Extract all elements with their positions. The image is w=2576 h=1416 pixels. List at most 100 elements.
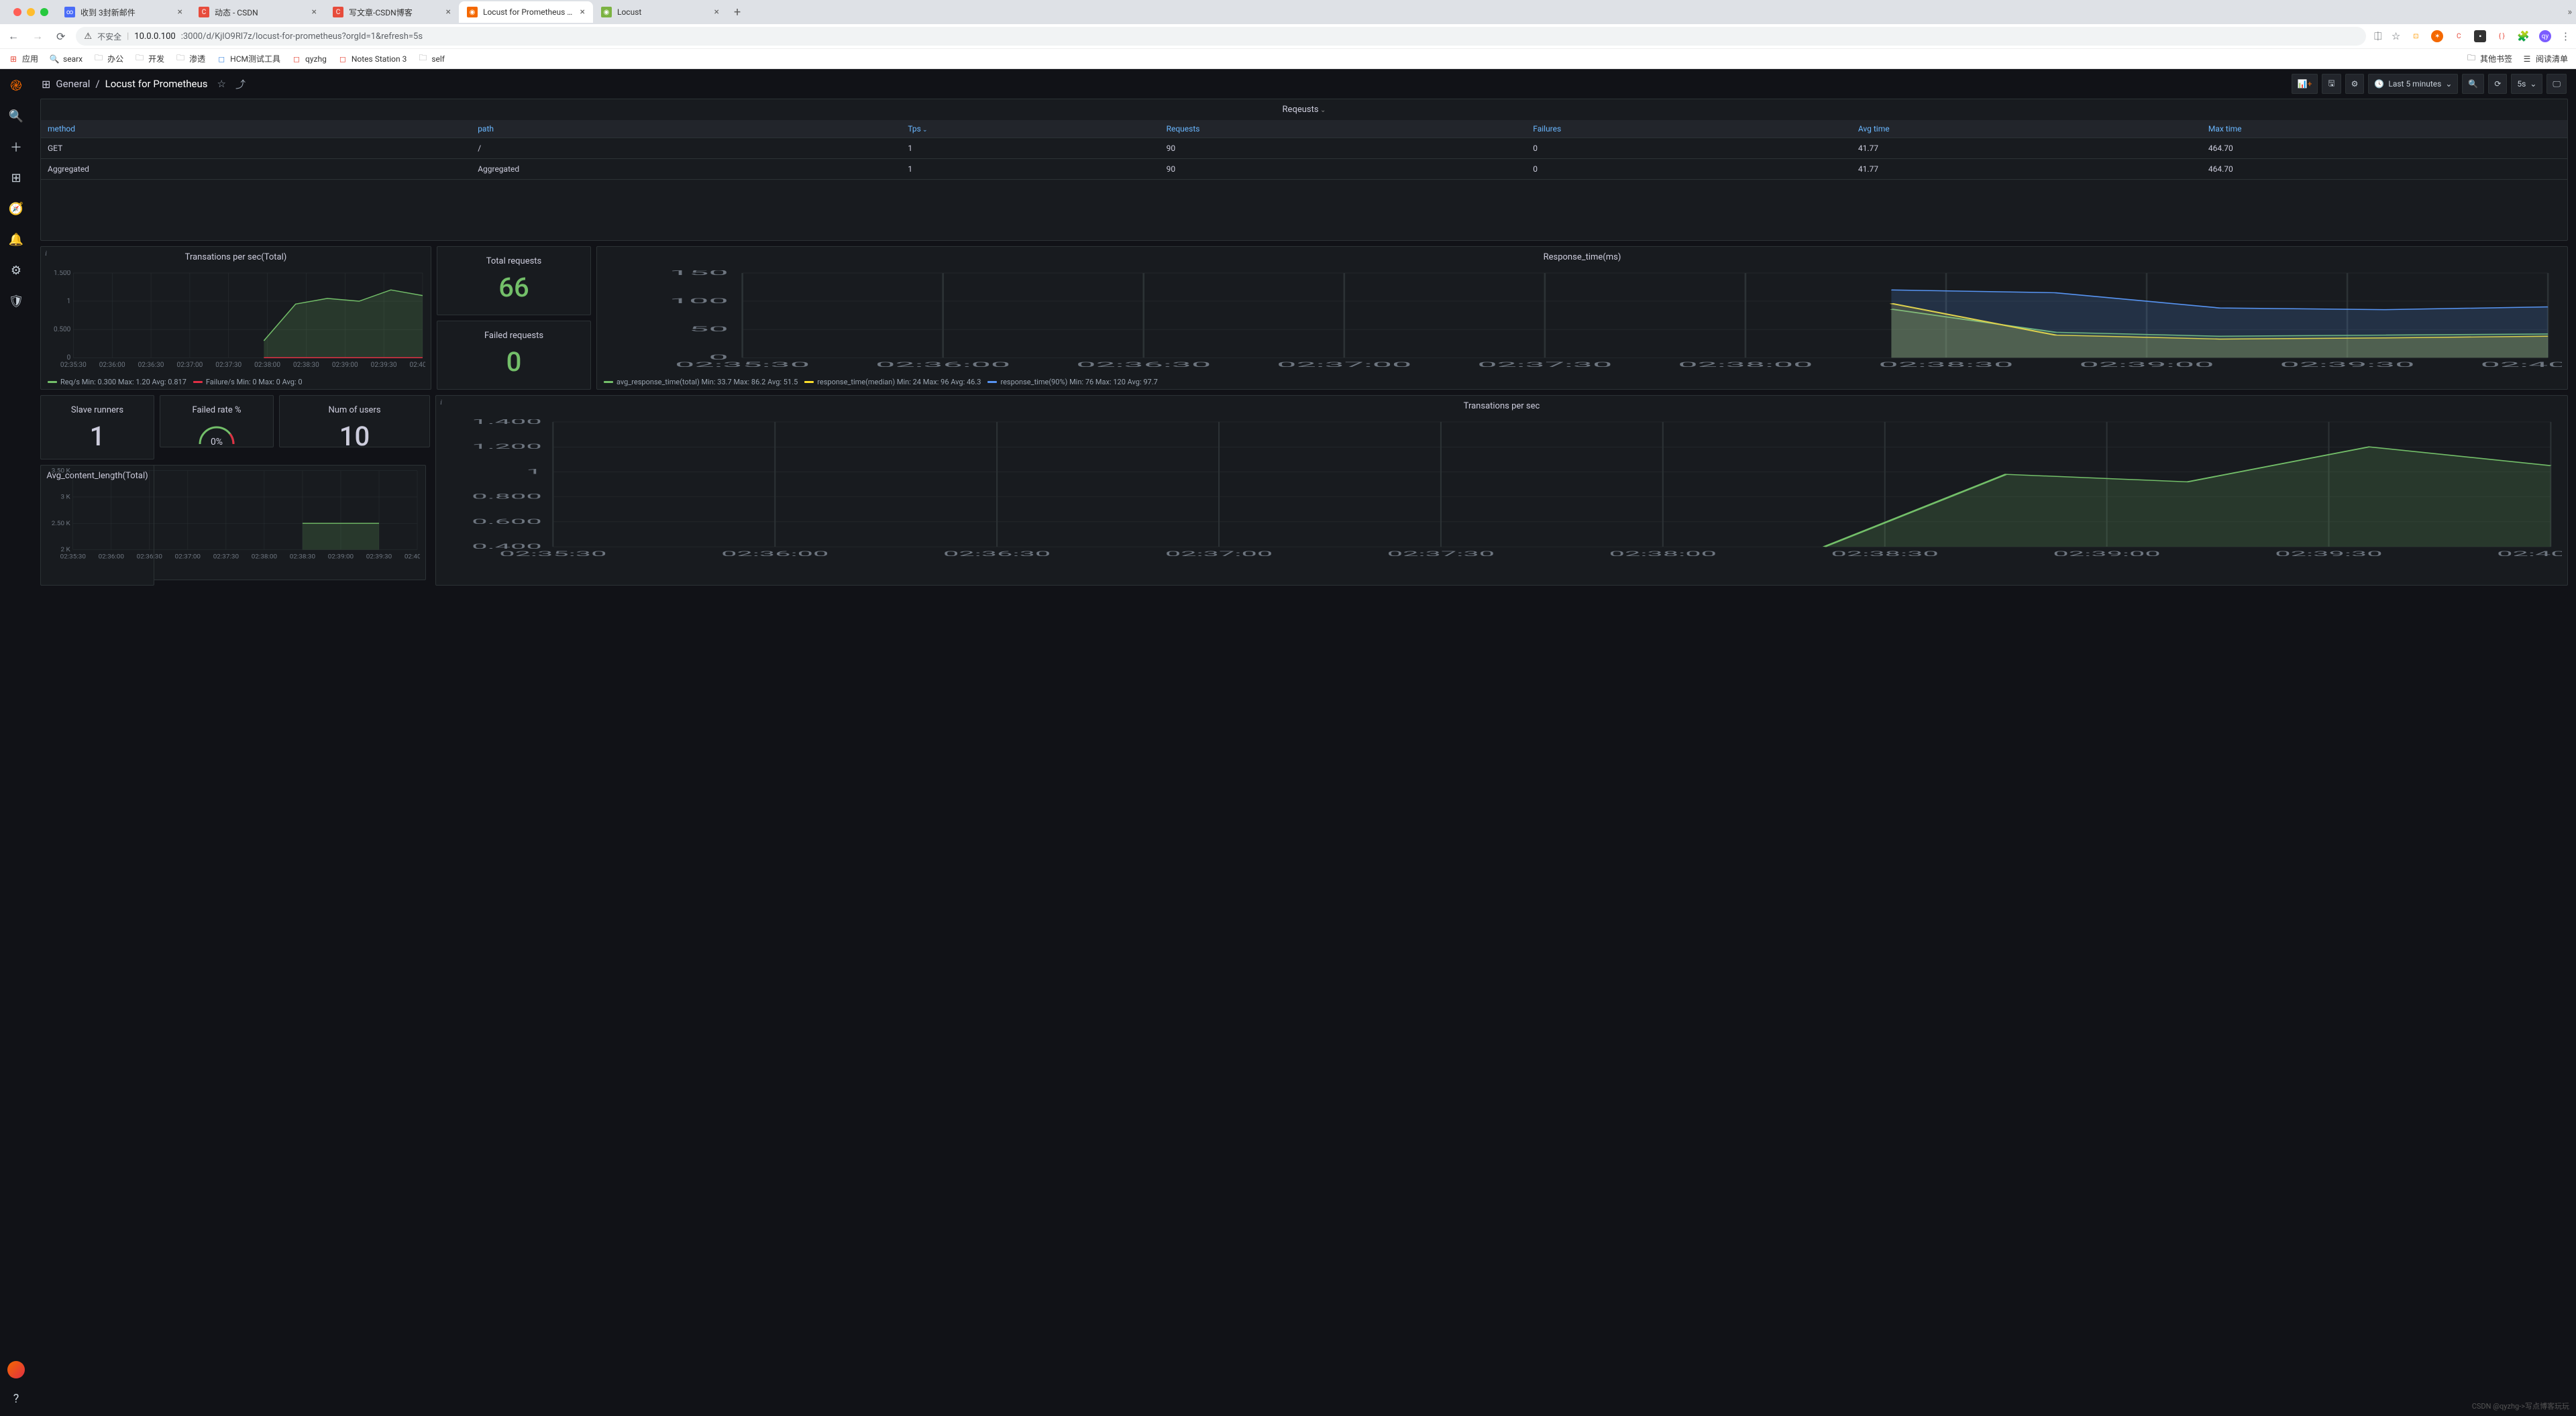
tab-title: 收到 3封新邮件 [80,7,172,18]
close-tab-icon[interactable]: × [312,7,317,17]
extension-icon[interactable]: ✶ [2431,30,2443,42]
svg-text:02:36:30: 02:36:30 [137,553,162,561]
bookmark-item[interactable]: 🗀渗透 [175,53,205,64]
gauge: 0% [193,421,240,447]
info-icon[interactable]: i [440,398,442,406]
bookmark-icon: 🗀 [417,54,428,64]
url-input[interactable]: ⚠ 不安全 | 10.0.0.100:3000/d/KjlO9Rl7z/locu… [76,27,2365,46]
svg-text:50: 50 [689,325,729,333]
server-admin-icon[interactable]: 🛡 [7,292,25,311]
svg-text:0.500: 0.500 [54,326,71,333]
extension-icon[interactable]: ⊡ [2410,30,2422,42]
back-button[interactable]: ← [5,27,21,46]
bookmark-item[interactable]: ◻qyzhg [291,53,327,64]
maximize-window-button[interactable] [40,8,48,16]
help-icon[interactable]: ? [7,1389,25,1408]
browser-tab[interactable]: ◉Locust for Prometheus - Grafa...× [459,1,593,23]
refresh-interval-button[interactable]: 5s ⌄ [2511,74,2542,94]
dashboard-topbar: ⊞ General / Locust for Prometheus ☆ ⤴ 📊+… [32,69,2576,99]
tps-panel[interactable]: iTransations per sec 0.4000.6000.80011.2… [435,395,2568,586]
svg-text:1: 1 [67,298,71,305]
svg-text:02:39:30: 02:39:30 [371,362,397,369]
minimize-window-button[interactable] [27,8,35,16]
avg-content-chart[interactable]: 2 K2.50 K3 K3.50 K02:35:3002:36:0002:36:… [40,465,426,580]
reload-button[interactable]: ⟳ [54,28,68,46]
extension-icon[interactable]: C [2453,30,2465,42]
failed-requests-panel[interactable]: Failed requests 0 [437,321,591,390]
new-tab-button[interactable]: + [727,5,747,19]
user-avatar[interactable] [7,1361,25,1378]
bookmark-item[interactable]: ⊞应用 [8,53,38,64]
zoom-out-button[interactable]: 🔍 [2462,74,2484,94]
svg-text:02:36:30: 02:36:30 [1076,361,1211,369]
bookmark-item[interactable]: 🗀self [417,53,445,64]
table-header[interactable]: method [41,120,471,138]
forward-button[interactable]: → [30,27,46,46]
profile-avatar[interactable]: qy [2539,30,2551,42]
table-header[interactable]: Tps [901,120,1159,138]
extension-icon[interactable]: ▪ [2474,30,2486,42]
browser-tab[interactable]: C写文章-CSDN博客× [325,1,459,23]
failed-rate-panel[interactable]: Failed rate % 0% [160,395,274,447]
bookmark-item[interactable]: ◻HCM测试工具 [216,53,280,64]
panel-title: Num of users [328,400,380,421]
row-header-requests[interactable]: Reqeusts [41,99,2567,120]
share-dashboard-icon[interactable]: ⤴ [235,77,246,91]
panel-title: Response_time(ms) [597,247,2567,268]
close-tab-icon[interactable]: × [446,7,451,17]
breadcrumb-general[interactable]: General [56,78,90,90]
table-header[interactable]: path [471,120,901,138]
table-header[interactable]: Requests [1160,120,1527,138]
dashboards-icon[interactable]: ⊞ [42,78,50,91]
table-header[interactable]: Avg time [1851,120,2202,138]
close-tab-icon[interactable]: × [580,7,585,17]
bookmark-item[interactable]: 🗀其他书签 [2466,53,2512,64]
bookmark-icon: ◻ [337,54,348,64]
table-row[interactable]: AggregatedAggregated190041.77464.70 [41,159,2567,180]
num-users-panel[interactable]: Num of users 10 [279,395,430,447]
bookmark-item[interactable]: ◻Notes Station 3 [337,53,407,64]
breadcrumb-current[interactable]: Locust for Prometheus [105,78,208,90]
svg-text:02:38:00: 02:38:00 [1678,361,1813,369]
search-icon[interactable]: 🔍 [7,107,25,125]
tab-title: Locust for Prometheus - Grafa... [483,7,575,17]
bookmark-item[interactable]: 🗀办公 [93,53,123,64]
bookmark-item[interactable]: 🔍searx [49,53,83,64]
slave-runners-panel[interactable]: Slave runners 1 [40,395,154,459]
dashboards-icon[interactable]: ⊞ [7,168,25,187]
table-header[interactable]: Failures [1526,120,1851,138]
translate-icon[interactable]: ⎅ [2374,30,2382,42]
create-icon[interactable]: ＋ [7,138,25,156]
browser-tab[interactable]: ◉Locust× [593,1,727,23]
menu-icon[interactable]: ⋮ [2561,30,2571,42]
explore-icon[interactable]: 🧭 [7,199,25,218]
browser-tab[interactable]: C动态 - CSDN× [191,1,325,23]
close-window-button[interactable] [13,8,21,16]
add-panel-button[interactable]: 📊+ [2292,74,2318,94]
star-icon[interactable]: ☆ [2392,30,2400,42]
tps-total-panel[interactable]: iTransations per sec(Total) 00.50011.500… [40,246,431,390]
extensions-icon[interactable]: 🧩 [2517,30,2530,42]
close-tab-icon[interactable]: × [178,7,182,17]
time-picker-button[interactable]: 🕓 Last 5 minutes ⌄ [2368,74,2458,94]
svg-text:02:35:30: 02:35:30 [60,553,86,561]
table-row[interactable]: GET/190041.77464.70 [41,138,2567,159]
star-dashboard-icon[interactable]: ☆ [217,78,226,90]
tab-overflow-button[interactable]: » [2567,7,2572,17]
response-time-panel[interactable]: Response_time(ms) 05010015002:35:3002:36… [596,246,2568,390]
dashboard-settings-button[interactable]: ⚙ [2345,74,2365,94]
browser-tab[interactable]: ∞收到 3封新邮件× [56,1,191,23]
table-header[interactable]: Max time [2202,120,2567,138]
extension-icon[interactable]: { } [2496,30,2508,42]
bookmark-item[interactable]: 🗀开发 [134,53,164,64]
close-tab-icon[interactable]: × [714,7,719,17]
bookmark-item[interactable]: ☰阅读清单 [2522,53,2568,64]
alerting-icon[interactable]: 🔔 [7,230,25,249]
cycle-view-button[interactable]: 🖵 [2546,74,2567,94]
grafana-logo-icon[interactable]: ֎ [7,76,25,95]
configuration-icon[interactable]: ⚙ [7,261,25,280]
total-requests-panel[interactable]: Total requests 66 [437,246,591,315]
info-icon[interactable]: i [45,250,47,258]
save-dashboard-button[interactable]: 🖫 [2322,74,2341,94]
refresh-button[interactable]: ⟳ [2488,74,2507,94]
